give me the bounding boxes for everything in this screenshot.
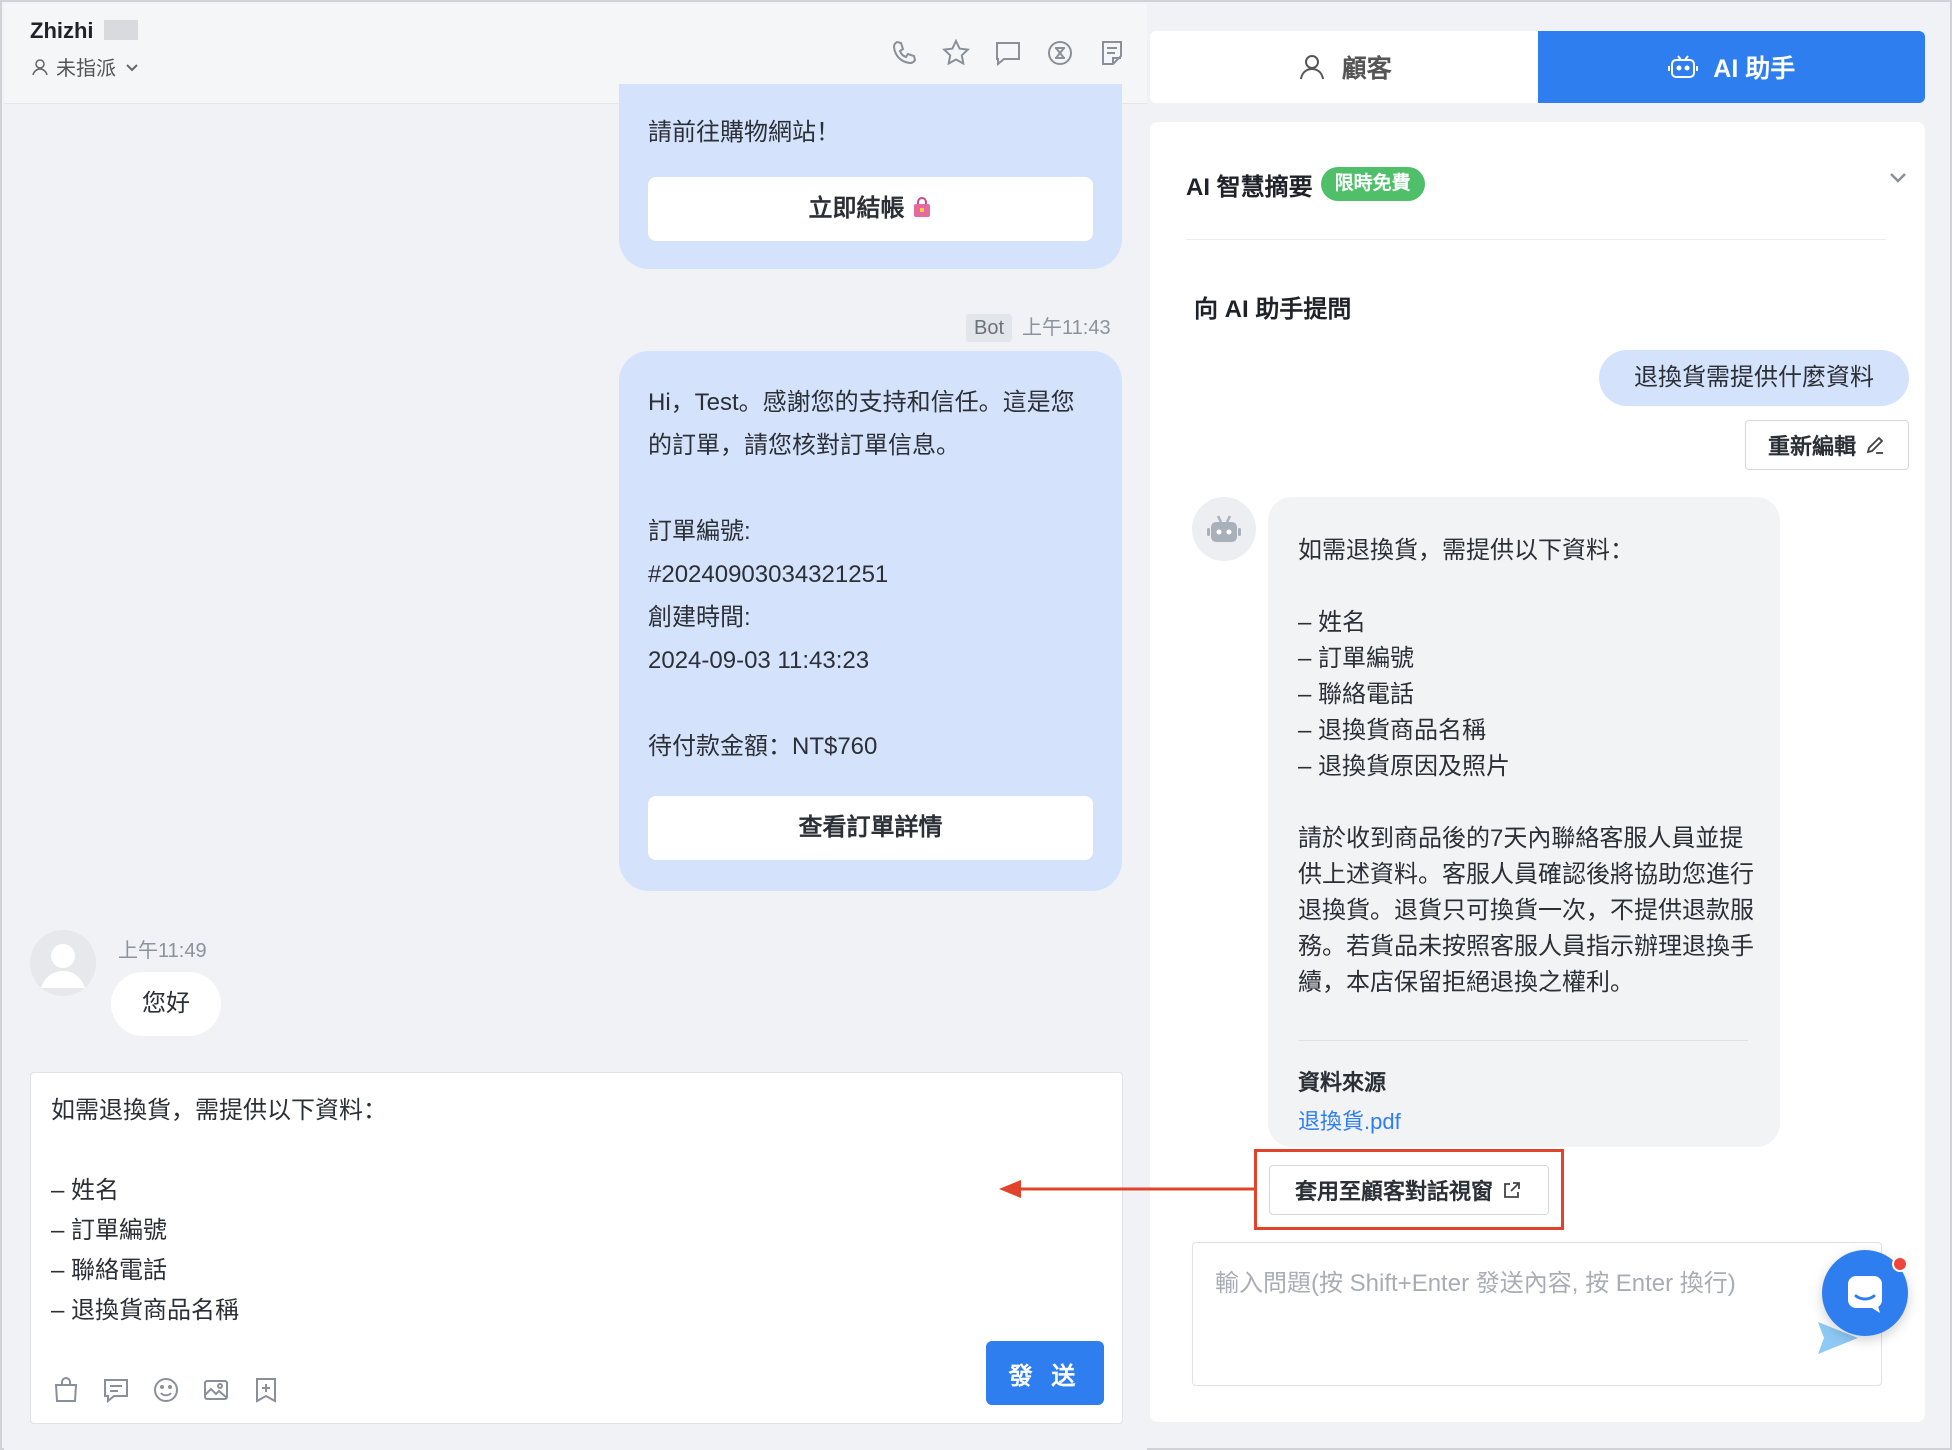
robot-icon xyxy=(1668,55,1699,78)
draft-text[interactable]: 如需退換貨，需提供以下資料： – 姓名 – 訂單編號 – 聯絡電話 – 退換貨商… xyxy=(51,1091,951,1331)
ai-question-input[interactable] xyxy=(1192,1242,1882,1386)
emoji-icon[interactable] xyxy=(151,1375,181,1405)
app-window: Zhizhi 未指派 請前往購物網站！ 立即結帳 Bot 上午11:43 Hi，… xyxy=(0,0,1952,1450)
chevron-down-icon xyxy=(126,63,138,71)
assignee-label: 未指派 xyxy=(56,58,116,80)
text-line: – 姓名 xyxy=(1298,609,1367,636)
shopping-bag-icon xyxy=(913,197,930,217)
reedit-label: 重新編輯 xyxy=(1767,434,1856,459)
view-order-button[interactable]: 查看訂單詳情 xyxy=(648,796,1093,860)
bot-tag: Bot xyxy=(966,314,1013,342)
header-toolbar xyxy=(889,38,1127,68)
text-line: – 退換貨商品名稱 xyxy=(1298,717,1487,744)
annotation-arrow xyxy=(999,1180,1254,1198)
source-title: 資料來源 xyxy=(1298,1070,1387,1095)
notification-dot xyxy=(1892,1256,1908,1272)
phone-icon[interactable] xyxy=(889,38,919,68)
user-icon xyxy=(32,58,48,75)
text-line xyxy=(648,467,1098,510)
tab-ai-assistant[interactable]: AI 助手 xyxy=(1537,31,1925,103)
avatar xyxy=(30,930,96,996)
reply-composer[interactable]: 如需退換貨，需提供以下資料： – 姓名 – 訂單編號 – 聯絡電話 – 退換貨商… xyxy=(30,1072,1123,1424)
ai-summary-header[interactable]: AI 智慧摘要 限時免費 xyxy=(1186,164,1886,204)
chevron-down-icon[interactable] xyxy=(1883,162,1913,192)
conversation-panel: Zhizhi 未指派 請前往購物網站！ 立即結帳 Bot 上午11:43 Hi，… xyxy=(4,4,1147,1450)
message-timestamp: 上午11:43 xyxy=(1022,317,1111,339)
external-link-icon xyxy=(1504,1182,1520,1198)
assignee-dropdown[interactable]: 未指派 xyxy=(30,52,142,81)
ai-question-field[interactable] xyxy=(1193,1243,1881,1385)
apply-label: 套用至顧客對話視窗 xyxy=(1294,1179,1493,1204)
tab-ai-label: AI 助手 xyxy=(1713,55,1796,83)
reedit-button[interactable]: 重新編輯 xyxy=(1745,420,1909,470)
text-line xyxy=(648,682,1098,725)
free-badge: 限時免費 xyxy=(1320,167,1425,201)
notes-icon[interactable] xyxy=(1097,38,1127,68)
apply-to-chat-button[interactable]: 套用至顧客對話視窗 xyxy=(1269,1165,1549,1215)
redacted-name-mask xyxy=(104,20,138,40)
checkout-button-label: 立即結帳 xyxy=(808,195,905,222)
tab-customer[interactable]: 顧客 xyxy=(1150,31,1538,103)
text-line: 訂單編號: xyxy=(648,518,751,545)
text-line: – 聯絡電話 xyxy=(1298,681,1415,708)
composer-toolbar xyxy=(51,1375,281,1405)
text-line: 如需退換貨，需提供以下資料： xyxy=(1298,537,1634,564)
send-button[interactable]: 發 送 xyxy=(986,1341,1104,1405)
text-line: #20240903034321251 xyxy=(648,561,889,588)
text-line xyxy=(1298,785,1758,821)
user-question: 退換貨需提供什麼資料 xyxy=(1599,350,1909,406)
quick-reply-icon[interactable] xyxy=(101,1375,131,1405)
divider xyxy=(1298,1040,1748,1041)
chat-widget-icon xyxy=(1848,1276,1882,1313)
text-line: – 訂單編號 xyxy=(1298,645,1415,672)
tab-customer-label: 顧客 xyxy=(1341,55,1392,83)
source-link[interactable]: 退換貨.pdf xyxy=(1298,1104,1401,1136)
text-line: 請於收到商品後的7天內聯絡客服人員並提供上述資料。客服人員確認後將協助您進行退換… xyxy=(1298,825,1754,996)
bot-message-order: Hi，Test。感謝您的支持和信任。這是您的訂單，請您核對訂單信息。訂單編號: #… xyxy=(619,351,1122,891)
customer-message: 您好 xyxy=(111,972,221,1036)
bot-message-checkout: 請前往購物網站！ 立即結帳 xyxy=(619,84,1122,269)
robot-icon xyxy=(1207,515,1241,542)
message-timestamp: 上午11:49 xyxy=(118,940,207,962)
tag-circle-icon[interactable] xyxy=(1045,38,1075,68)
message-text: 請前往購物網站！ xyxy=(648,119,840,146)
text-line: 待付款金額：NT$760 xyxy=(648,733,878,760)
user-icon xyxy=(1299,55,1324,80)
user-avatar-icon xyxy=(30,930,96,996)
bag-icon[interactable] xyxy=(51,1375,81,1405)
ai-summary-title: AI 智慧摘要 xyxy=(1186,173,1313,201)
checkout-button[interactable]: 立即結帳 xyxy=(648,177,1093,241)
contact-name: Zhizhi xyxy=(30,18,94,43)
ai-answer-text: 如需退換貨，需提供以下資料： – 姓名 – 訂單編號 – 聯絡電話 – 退換貨商品名稱 –… xyxy=(1298,533,1758,1001)
text-line: 創建時間: xyxy=(648,604,751,631)
chat-bubble-icon[interactable] xyxy=(993,38,1023,68)
ai-answer-card: 如需退換貨，需提供以下資料： – 姓名 – 訂單編號 – 聯絡電話 – 退換貨商品名稱 –… xyxy=(1268,497,1780,1147)
image-icon[interactable] xyxy=(201,1375,231,1405)
bookmark-add-icon[interactable] xyxy=(251,1375,281,1405)
ai-avatar xyxy=(1192,497,1256,561)
order-message-text: Hi，Test。感謝您的支持和信任。這是您的訂單，請您核對訂單信息。訂單編號: #… xyxy=(648,381,1098,768)
star-icon[interactable] xyxy=(941,38,971,68)
ask-ai-title: 向 AI 助手提問 xyxy=(1194,296,1352,323)
text-line: 2024-09-03 11:43:23 xyxy=(648,647,870,674)
divider xyxy=(1186,239,1886,240)
side-panel-tabs: 顧客 AI 助手 xyxy=(1150,31,1925,103)
text-line: Hi，Test。感謝您的支持和信任。這是您的訂單，請您核對訂單信息。 xyxy=(648,389,1075,459)
edit-icon xyxy=(1866,436,1884,454)
text-line: – 退換貨原因及照片 xyxy=(1298,753,1511,780)
text-line xyxy=(1298,569,1758,605)
